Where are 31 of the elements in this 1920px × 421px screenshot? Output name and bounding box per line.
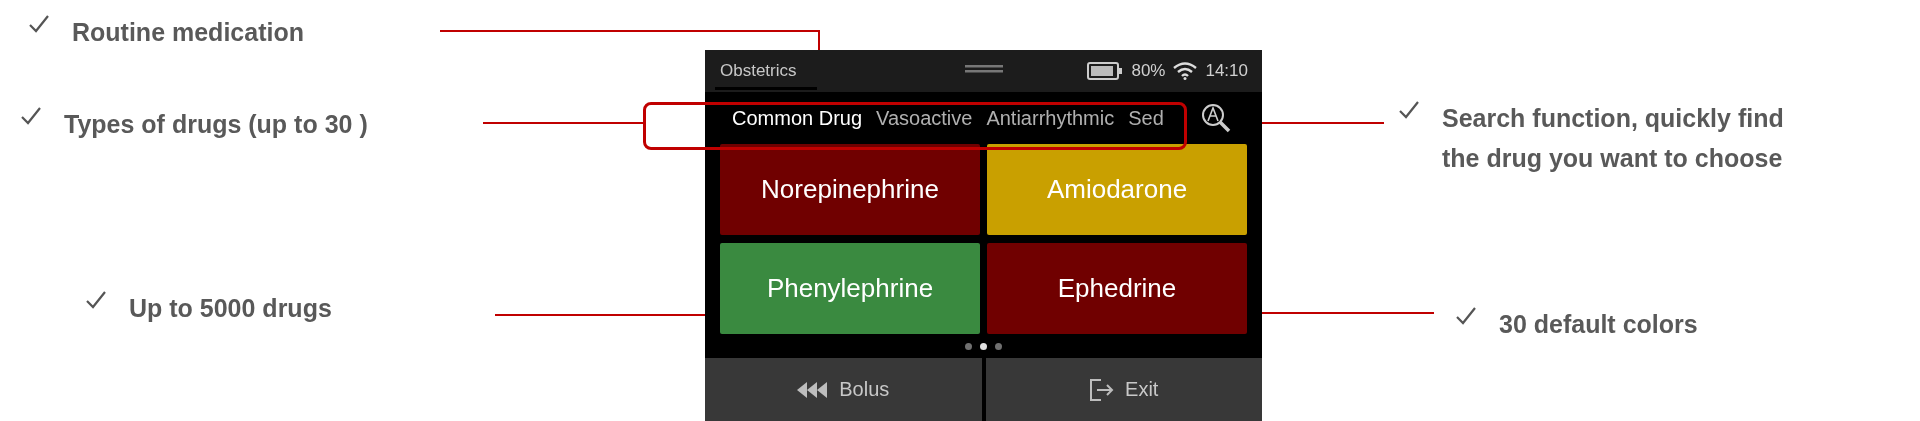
category-tab[interactable]: Vasoactive (876, 106, 973, 130)
screen-title: Obstetrics (715, 60, 817, 90)
page-dot[interactable] (980, 342, 987, 350)
battery-text: 80% (1131, 61, 1166, 81)
annotation-text: Up to 5000 drugs (129, 293, 332, 324)
page-dot[interactable] (965, 342, 972, 350)
battery-icon (1087, 62, 1124, 80)
annotation-text: Routine medication (72, 17, 304, 48)
annotation-text: Search function, quickly find the drug you want to choose (1442, 103, 1785, 174)
page-dot[interactable] (995, 342, 1002, 350)
drag-handle-icon[interactable] (964, 64, 1003, 74)
annotation-text: 30 default colors (1499, 309, 1698, 340)
wifi-icon (1173, 62, 1198, 80)
check-icon (20, 106, 42, 126)
drug-tile[interactable]: Phenylephrine (720, 243, 980, 334)
category-tab[interactable]: Sed (1128, 106, 1164, 130)
clock-text: 14:10 (1205, 61, 1248, 81)
check-icon (1398, 100, 1420, 120)
drug-tile[interactable]: Norepinephrine (720, 144, 980, 235)
check-icon (85, 290, 107, 310)
search-icon[interactable] (1199, 102, 1232, 134)
annotation-text: Types of drugs (up to 30 ) (64, 109, 368, 140)
exit-button[interactable]: Exit (985, 358, 1262, 421)
rewind-icon (797, 380, 830, 399)
category-tab[interactable]: Common Drug (732, 106, 863, 130)
check-icon (28, 14, 50, 34)
exit-icon (1089, 377, 1116, 402)
drug-tile[interactable]: Ephedrine (987, 243, 1247, 334)
bolus-button[interactable]: Bolus (705, 358, 982, 421)
category-tab[interactable]: Antiarrhythmic (986, 106, 1115, 130)
check-icon (1455, 306, 1477, 326)
